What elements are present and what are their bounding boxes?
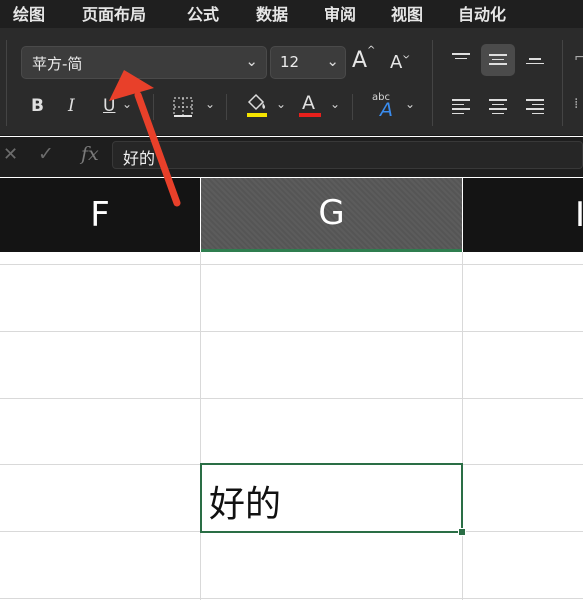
font-size-value: 12 bbox=[280, 53, 300, 71]
tab-review[interactable]: 审阅 bbox=[324, 1, 356, 25]
decrease-font-size-label: A bbox=[390, 52, 403, 73]
borders-icon bbox=[173, 97, 193, 117]
confirm-entry-button[interactable]: ✓ bbox=[38, 143, 54, 165]
ribbon-tab-bar: 绘图 页面布局 公式 数据 审阅 视图 自动化 bbox=[0, 0, 583, 28]
align-top-icon bbox=[452, 53, 470, 67]
align-middle-button[interactable] bbox=[481, 44, 515, 76]
ribbon-overflow-icon[interactable]: ⌐ bbox=[574, 50, 583, 66]
selected-cell-value: 好的 bbox=[209, 484, 282, 525]
ribbon-separator bbox=[153, 94, 154, 120]
fill-color-swatch bbox=[247, 113, 267, 117]
font-name-value: 苹方-简 bbox=[32, 55, 83, 73]
gridline bbox=[0, 264, 583, 265]
tab-data[interactable]: 数据 bbox=[256, 1, 288, 25]
ribbon-separator bbox=[562, 40, 563, 126]
align-bottom-button[interactable] bbox=[518, 44, 552, 76]
selected-cell[interactable]: 好的 bbox=[200, 463, 466, 536]
bold-button[interactable]: B bbox=[31, 96, 44, 116]
formula-input-value: 好的 bbox=[123, 149, 156, 168]
ribbon-overflow-icon-2[interactable]: ⁞ bbox=[574, 96, 578, 112]
caret-up-icon: ^ bbox=[367, 45, 376, 56]
tab-formulas[interactable]: 公式 bbox=[187, 1, 219, 25]
align-right-icon bbox=[526, 99, 544, 114]
align-bottom-icon bbox=[526, 58, 544, 72]
cancel-entry-button[interactable]: ✕ bbox=[3, 144, 18, 165]
orientation-button[interactable]: abc A bbox=[370, 92, 398, 121]
column-header-i[interactable]: I bbox=[463, 178, 583, 252]
tab-draw[interactable]: 绘图 bbox=[13, 1, 45, 25]
ribbon-separator bbox=[6, 40, 7, 126]
align-top-button[interactable] bbox=[444, 44, 478, 76]
paint-bucket-icon bbox=[247, 93, 266, 111]
font-color-label: A bbox=[302, 92, 315, 114]
chevron-down-icon: ⌄ bbox=[326, 52, 339, 70]
gridline bbox=[200, 252, 201, 600]
orientation-letter: A bbox=[380, 99, 393, 121]
gridline bbox=[0, 331, 583, 332]
chevron-down-icon: ⌄ bbox=[245, 52, 258, 70]
ribbon-home-panel: 苹方-简 ⌄ 12 ⌄ A ^ A ^ B I U ⌄ ⌄ ⌄ A ⌄ abc … bbox=[0, 28, 583, 136]
ribbon-separator bbox=[432, 40, 433, 126]
font-color-swatch bbox=[299, 113, 321, 117]
font-color-button[interactable]: A bbox=[298, 92, 322, 118]
chevron-down-icon[interactable]: ⌄ bbox=[330, 97, 340, 111]
align-right-button[interactable] bbox=[518, 90, 552, 122]
font-name-dropdown[interactable]: 苹方-简 ⌄ bbox=[21, 46, 267, 79]
chevron-down-icon[interactable]: ⌄ bbox=[205, 97, 215, 111]
worksheet-grid[interactable]: 好的 bbox=[0, 252, 583, 600]
chevron-down-icon[interactable]: ⌄ bbox=[122, 97, 132, 111]
align-middle-icon bbox=[489, 54, 507, 68]
tab-view[interactable]: 视图 bbox=[391, 1, 423, 25]
align-left-button[interactable] bbox=[444, 90, 478, 122]
column-header-f[interactable]: F bbox=[0, 178, 200, 252]
increase-font-size-label: A bbox=[352, 48, 368, 73]
align-center-icon bbox=[489, 99, 507, 114]
font-size-dropdown[interactable]: 12 ⌄ bbox=[270, 46, 346, 79]
column-header-g[interactable]: G bbox=[201, 178, 462, 252]
ribbon-separator bbox=[226, 94, 227, 120]
tab-automate[interactable]: 自动化 bbox=[458, 1, 506, 25]
ribbon-separator bbox=[352, 94, 353, 120]
gridline bbox=[0, 398, 583, 399]
fill-handle[interactable] bbox=[458, 528, 466, 536]
align-left-icon bbox=[452, 99, 470, 114]
gridline bbox=[0, 598, 583, 599]
chevron-down-icon[interactable]: ⌄ bbox=[405, 97, 415, 111]
decrease-font-size-button[interactable]: A ^ bbox=[390, 48, 414, 76]
increase-font-size-button[interactable]: A ^ bbox=[352, 45, 378, 76]
chevron-down-icon[interactable]: ⌄ bbox=[276, 97, 286, 111]
gridline bbox=[462, 252, 463, 600]
tab-page-layout[interactable]: 页面布局 bbox=[82, 1, 146, 25]
underline-button[interactable]: U bbox=[103, 96, 115, 116]
italic-button[interactable]: I bbox=[68, 96, 75, 116]
fill-color-button[interactable] bbox=[245, 92, 269, 118]
formula-input[interactable]: 好的 bbox=[112, 141, 583, 169]
borders-button[interactable] bbox=[173, 97, 193, 117]
insert-function-button[interactable]: fx bbox=[81, 143, 99, 165]
formula-bar: ✕ ✓ fx 好的 bbox=[0, 137, 583, 177]
caret-down-icon: ^ bbox=[402, 48, 411, 59]
align-center-button[interactable] bbox=[481, 90, 515, 122]
